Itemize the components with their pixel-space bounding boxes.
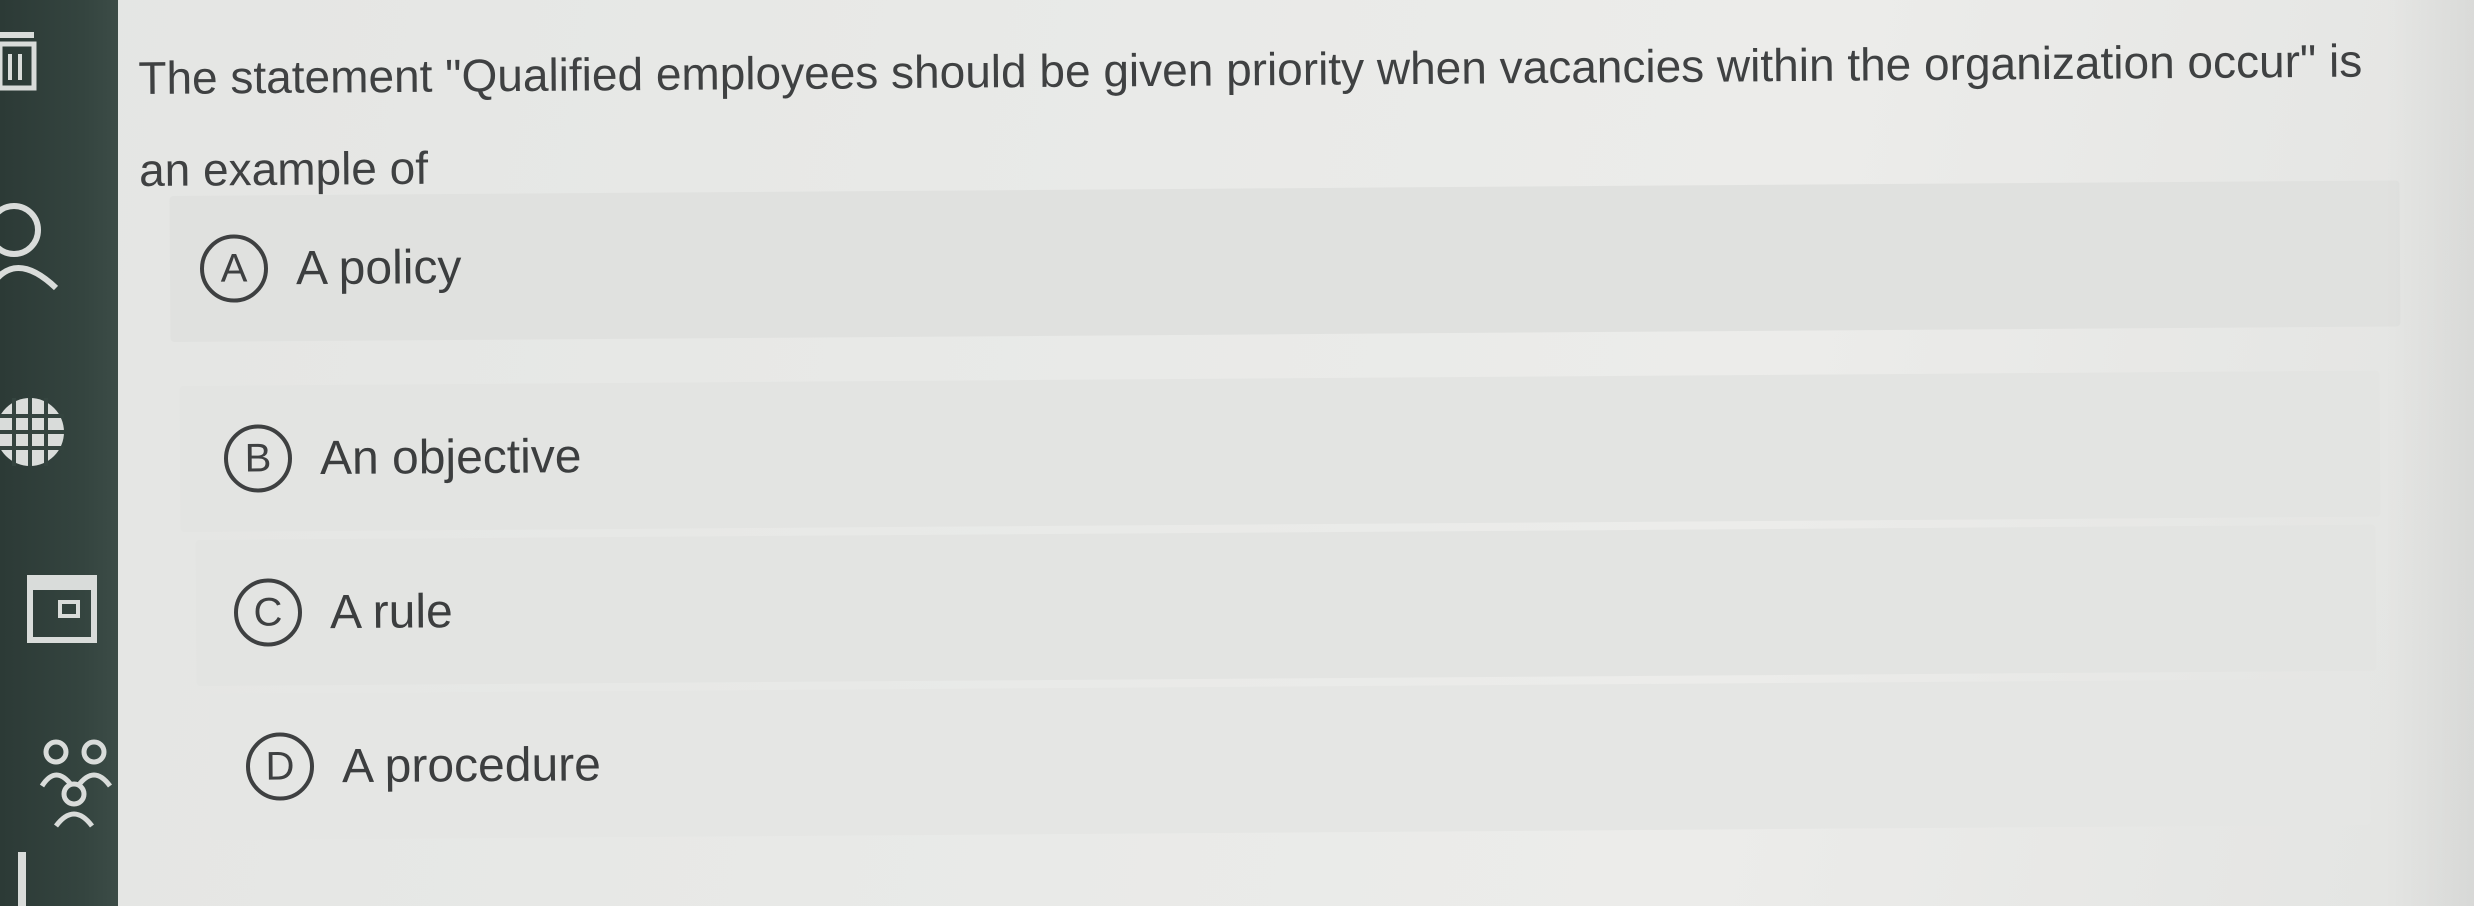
option-c-letter-badge: C — [233, 578, 303, 647]
calendar-icon[interactable] — [26, 574, 102, 648]
option-a[interactable]: A A policy — [169, 180, 2401, 342]
option-c-label: A rule — [329, 584, 453, 639]
option-a-letter-badge: A — [199, 234, 269, 303]
option-b[interactable]: B An objective — [179, 370, 2381, 532]
globe-icon[interactable] — [0, 392, 72, 476]
option-c[interactable]: C A rule — [195, 524, 2377, 686]
option-d[interactable]: D A procedure — [209, 678, 2371, 840]
menu-icon[interactable] — [0, 26, 46, 96]
option-a-label: A policy — [295, 240, 462, 295]
option-d-letter-badge: D — [245, 732, 315, 801]
option-b-label: An objective — [319, 429, 582, 485]
option-d-label: A procedure — [341, 737, 602, 793]
sidebar-edge-marker — [18, 852, 26, 906]
option-b-letter-badge: B — [223, 424, 293, 493]
left-nav-sidebar — [0, 0, 118, 906]
people-icon[interactable] — [38, 736, 122, 832]
user-icon[interactable] — [0, 196, 70, 296]
